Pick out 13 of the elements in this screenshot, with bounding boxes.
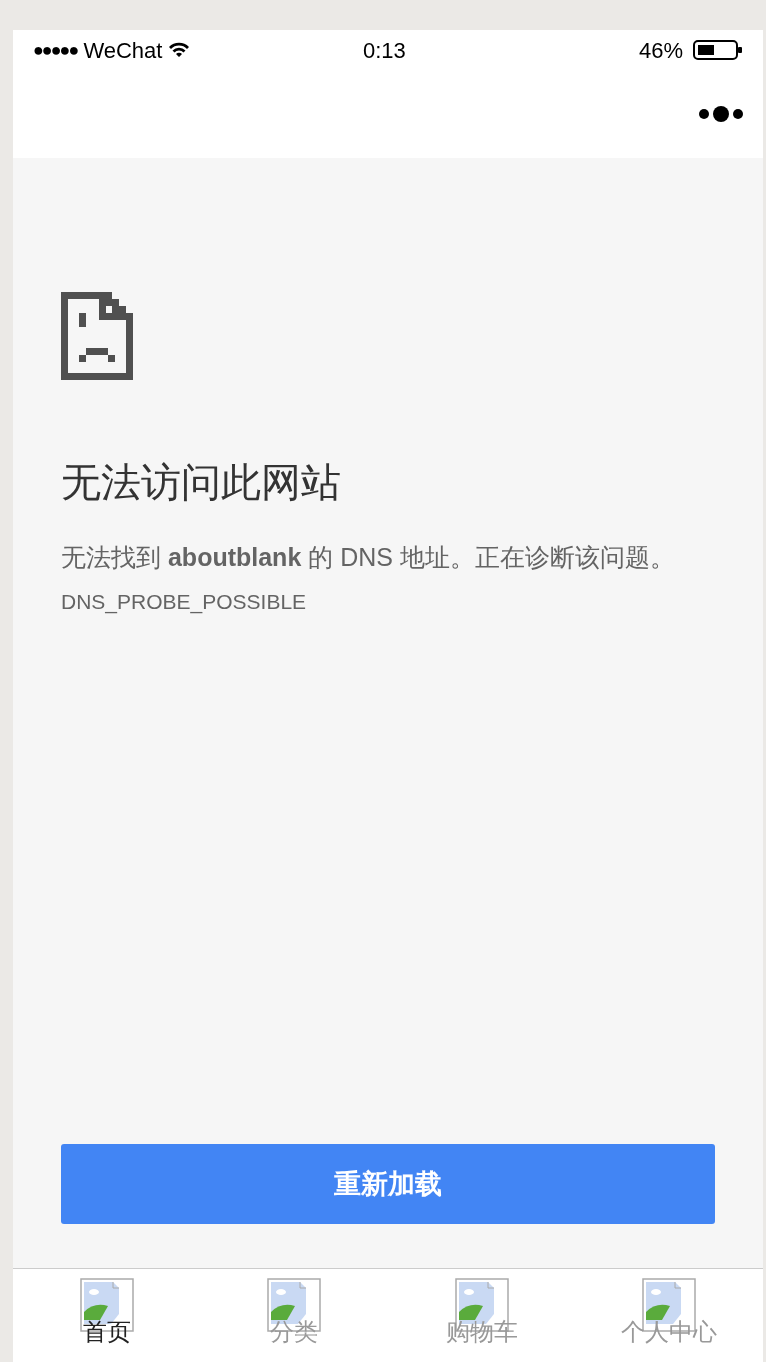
more-icon[interactable]	[699, 105, 743, 123]
error-message: 无法找到 aboutblank 的 DNS 地址。正在诊断该问题。	[61, 542, 676, 573]
reload-button[interactable]: 重新加载	[61, 1144, 715, 1224]
wifi-icon	[168, 41, 191, 59]
tab-label[interactable]: 首页	[82, 1318, 131, 1346]
signal-indicator: ●●●●●	[33, 38, 78, 62]
clock-time: 0:13	[363, 36, 406, 65]
carrier-name: WeChat	[83, 36, 163, 65]
battery-icon	[693, 39, 743, 61]
error-code: DNS_PROBE_POSSIBLE	[61, 589, 308, 616]
battery-percent: 46%	[638, 36, 683, 65]
sad-page-icon	[61, 292, 133, 380]
error-title: 无法访问此网站	[61, 459, 342, 506]
